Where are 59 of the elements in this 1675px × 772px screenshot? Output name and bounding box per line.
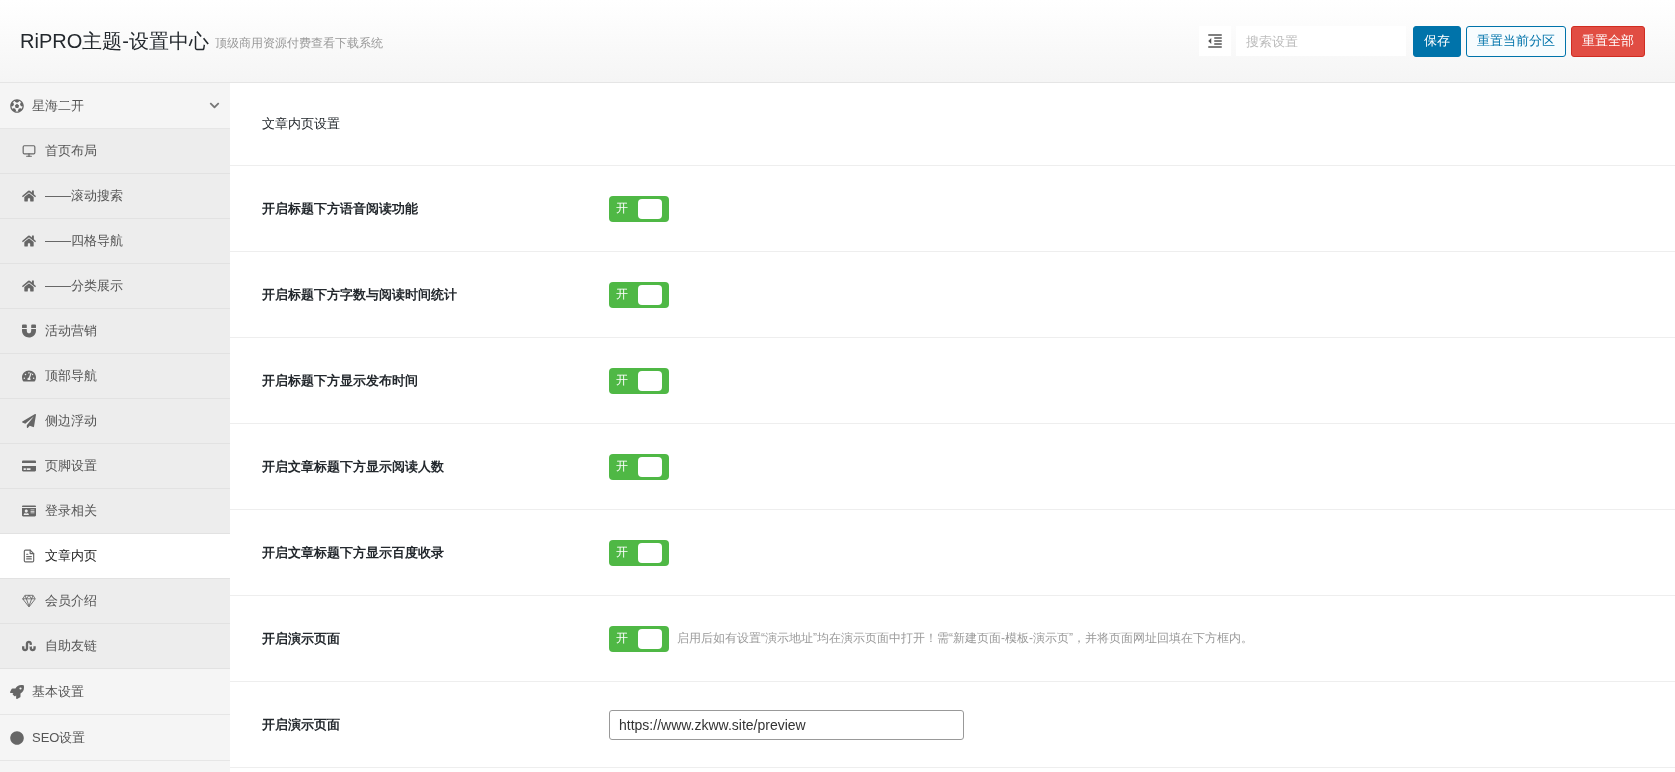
sidebar-label: ——滚动搜索: [45, 187, 123, 205]
id-card-icon: [22, 504, 36, 518]
sidebar-subitem[interactable]: ——四格导航: [0, 219, 230, 264]
sidebar-subitem[interactable]: 会员介绍: [0, 579, 230, 624]
sidebar-label: 会员介绍: [45, 592, 97, 610]
sidebar-subitem[interactable]: ——滚动搜索: [0, 174, 230, 219]
field-label: 开启文章标题下方显示阅读人数: [262, 457, 445, 476]
home-icon: [22, 189, 36, 203]
sidebar-subitem[interactable]: 活动营销: [0, 309, 230, 354]
sidebar-label: 页脚设置: [45, 457, 97, 475]
help-text: 启用后如有设置“演示地址”均在演示页面中打开！需“新建页面-模板-演示页”，并将页面网址回填在下方框内。: [677, 630, 1253, 647]
sidebar-label: 侧边浮动: [45, 412, 97, 430]
circle-icon: [10, 730, 24, 745]
collapse-icon[interactable]: [1199, 26, 1231, 56]
sidebar-label: 自助友链: [45, 637, 97, 655]
reset-button[interactable]: 重置当前分区: [1466, 25, 1566, 57]
sidebar-label: 星海二开: [32, 96, 84, 115]
field-label: 开启演示页面: [262, 629, 341, 648]
page-subtitle: 顶级商用资源付费查看下载系统: [214, 35, 383, 52]
url-input-field[interactable]: https://www.zkww.site/preview: [609, 709, 964, 740]
sidebar-label: 基本设置: [32, 682, 84, 701]
sidebar-subitem[interactable]: 登录相关: [0, 489, 230, 534]
sidebar-item[interactable]: 基本设置: [0, 669, 230, 715]
home-icon: [22, 234, 36, 248]
field-label: 开启标题下方语音阅读功能: [262, 199, 419, 218]
sidebar-item[interactable]: SEO设置: [0, 715, 230, 761]
section-title: 文章内页设置: [262, 115, 340, 133]
gauge-icon: [22, 369, 36, 383]
sidebar-label: ——四格导航: [45, 232, 123, 250]
sidebar-label: SEO设置: [32, 728, 86, 747]
reset-button[interactable]: 重置全部: [1571, 25, 1645, 57]
field-label: 开启标题下方字数与阅读时间统计: [262, 285, 458, 304]
sidebar-label: 文章内页: [45, 547, 97, 565]
sidebar-subitem[interactable]: 文章内页: [0, 534, 230, 579]
magnet-icon: [22, 324, 36, 338]
field-label: 开启标题下方显示发布时间: [262, 371, 419, 390]
sidebar-subitem[interactable]: 侧边浮动: [0, 399, 230, 444]
sidebar-label: 顶部导航: [45, 367, 97, 385]
sidebar-subitem[interactable]: 顶部导航: [0, 354, 230, 399]
monitor-icon: [22, 144, 36, 158]
paper-plane-icon: [22, 414, 36, 428]
save-button[interactable]: 保存: [1413, 25, 1461, 57]
sidebar-subitem[interactable]: 自助友链: [0, 624, 230, 669]
rocket-icon: [10, 684, 24, 699]
field-label: 开启演示页面: [262, 715, 341, 734]
sidebar-label: 活动营销: [45, 322, 97, 340]
sidebar-subitem[interactable]: 首页布局: [0, 129, 230, 174]
sidebar-label: ——分类展示: [45, 277, 123, 295]
home-icon: [22, 279, 36, 293]
sidebar-subitem[interactable]: ——分类展示: [0, 264, 230, 309]
sidebar-subitem[interactable]: 页脚设置: [0, 444, 230, 489]
field-label: 开启文章标题下方显示百度收录: [262, 543, 445, 562]
sidebar-label: 首页布局: [45, 142, 97, 160]
search-field[interactable]: 搜索设置: [1236, 26, 1406, 56]
document-icon: [22, 549, 36, 563]
sidebar-label: 登录相关: [45, 502, 97, 520]
diamond-icon: [22, 594, 36, 608]
card-icon: [22, 459, 36, 473]
page-title: RiPRO主题-设置中心: [20, 28, 209, 54]
